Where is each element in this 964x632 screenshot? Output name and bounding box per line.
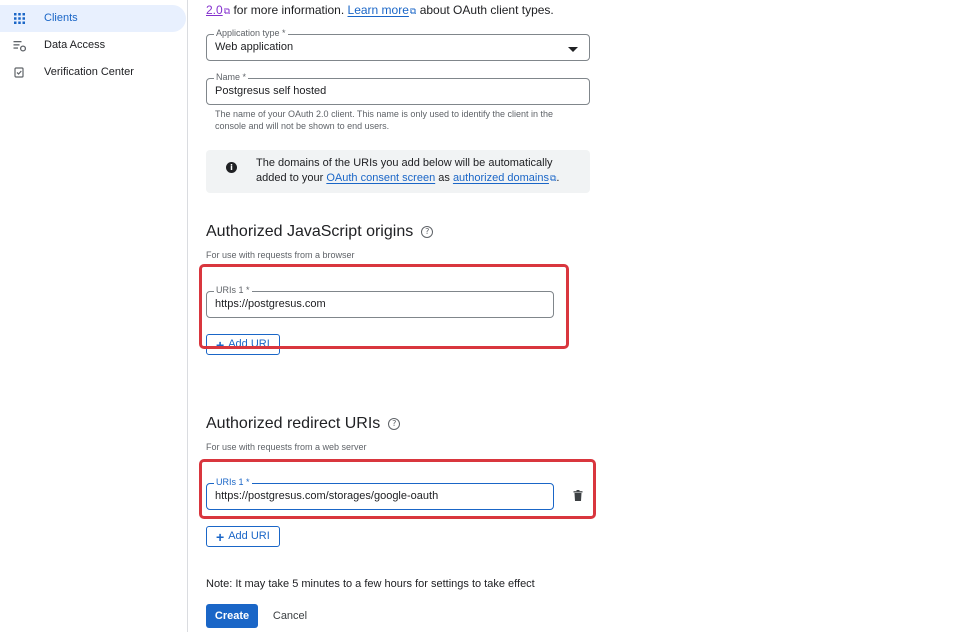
intro-text-part: about OAuth client types. xyxy=(419,3,554,17)
learn-more-link[interactable]: Learn more xyxy=(348,3,409,17)
application-type-select[interactable]: Application type * Web application xyxy=(206,28,590,61)
add-uri-label: Add URI xyxy=(228,530,270,542)
application-type-label: Application type * xyxy=(214,28,288,39)
info-text-part: . xyxy=(556,172,560,184)
plus-icon: + xyxy=(216,336,225,353)
application-type-value: Web application xyxy=(215,41,294,53)
sidebar-item-verification-center[interactable]: Verification Center xyxy=(0,59,186,86)
external-link-icon: ⧉ xyxy=(409,6,417,16)
add-uri-label: Add URI xyxy=(228,338,270,350)
plus-icon: + xyxy=(216,528,225,545)
dropdown-arrow-icon xyxy=(568,47,578,52)
name-input[interactable] xyxy=(215,85,559,98)
help-icon[interactable]: ? xyxy=(388,418,401,430)
oauth-consent-screen-link[interactable]: OAuth consent screen xyxy=(326,172,435,184)
name-field[interactable]: Name * xyxy=(206,72,590,105)
data-access-icon xyxy=(13,41,26,52)
client-form: 2.0⧉ for more information. Learn more⧉ a… xyxy=(206,0,946,632)
js-origins-title-text: Authorized JavaScript origins xyxy=(206,223,414,240)
settings-note: Note: It may take 5 minutes to a few hou… xyxy=(206,578,535,590)
sidebar-item-label: Verification Center xyxy=(44,66,134,78)
js-origins-title: Authorized JavaScript origins? xyxy=(206,223,434,241)
js-origin-uri-input[interactable] xyxy=(215,298,527,311)
authorized-domains-link[interactable]: authorized domains xyxy=(453,172,549,184)
redirect-uris-title: Authorized redirect URIs? xyxy=(206,415,401,433)
uri-field-label: URIs 1 * xyxy=(214,285,252,296)
js-origin-uri-field[interactable]: URIs 1 * xyxy=(206,285,554,318)
info-banner-text: The domains of the URIs you add below wi… xyxy=(256,156,586,186)
redirect-uri-input[interactable] xyxy=(215,490,527,503)
info-text-part: as xyxy=(438,172,450,184)
info-icon: i xyxy=(226,162,237,173)
intro-text-part: for more information. xyxy=(233,3,345,17)
add-redirect-uri-button[interactable]: + Add URI xyxy=(206,526,280,547)
help-icon[interactable]: ? xyxy=(421,226,434,238)
js-origins-subtitle: For use with requests from a browser xyxy=(206,250,355,260)
verified-icon xyxy=(14,67,24,78)
delete-icon[interactable] xyxy=(573,490,583,501)
sidebar: Clients Data Access Verification Center xyxy=(0,0,188,632)
name-field-label: Name * xyxy=(214,72,249,83)
external-link-icon: ⧉ xyxy=(223,6,231,16)
intro-text: 2.0⧉ for more information. Learn more⧉ a… xyxy=(206,3,554,17)
info-banner: i The domains of the URIs you add below … xyxy=(206,150,590,193)
oauth-version-link[interactable]: 2.0 xyxy=(206,3,223,17)
cancel-button[interactable]: Cancel xyxy=(266,604,314,628)
redirect-uris-subtitle: For use with requests from a web server xyxy=(206,442,367,452)
add-js-origin-uri-button[interactable]: + Add URI xyxy=(206,334,280,355)
sidebar-item-label: Data Access xyxy=(44,39,106,51)
name-helper-text: The name of your OAuth 2.0 client. This … xyxy=(215,109,554,131)
sidebar-item-label: Clients xyxy=(44,12,78,24)
redirect-uri-field[interactable]: URIs 1 * xyxy=(206,477,554,510)
create-button[interactable]: Create xyxy=(206,604,258,628)
sidebar-item-clients[interactable]: Clients xyxy=(0,5,186,32)
grid-icon xyxy=(14,13,25,24)
uri-field-label: URIs 1 * xyxy=(214,477,252,488)
sidebar-item-data-access[interactable]: Data Access xyxy=(0,32,186,59)
redirect-uris-title-text: Authorized redirect URIs xyxy=(206,415,381,432)
